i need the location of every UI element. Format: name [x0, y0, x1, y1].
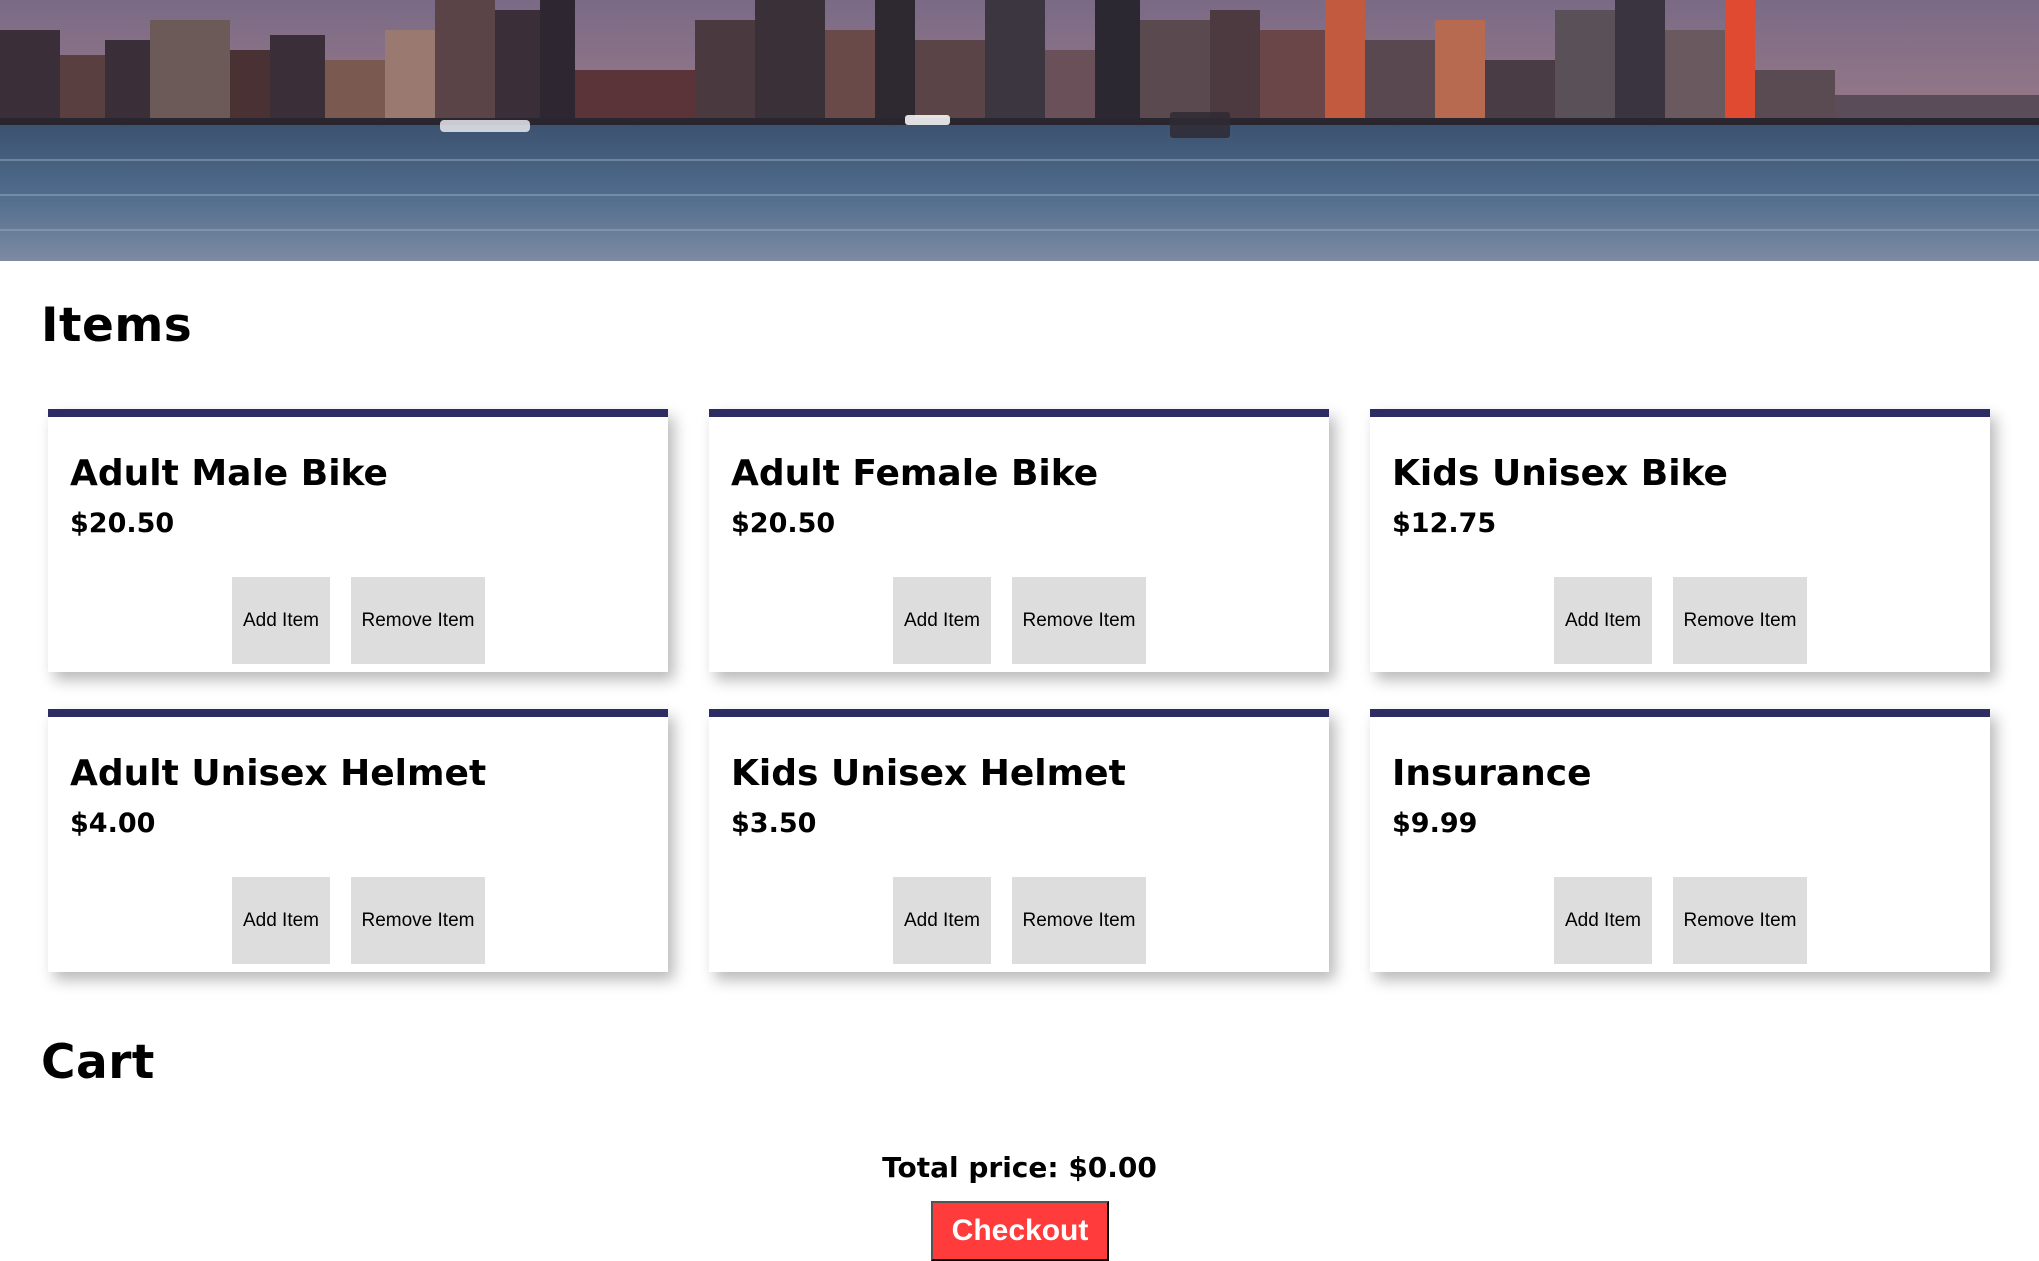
item-price: $4.00: [70, 808, 156, 839]
item-name: Insurance: [1392, 753, 1592, 794]
item-name: Kids Unisex Helmet: [731, 753, 1126, 794]
item-price: $20.50: [731, 508, 836, 539]
remove-item-button[interactable]: Remove Item: [351, 877, 485, 964]
remove-item-button[interactable]: Remove Item: [1673, 877, 1807, 964]
remove-item-button[interactable]: Remove Item: [1012, 877, 1146, 964]
checkout-button[interactable]: Checkout: [931, 1201, 1109, 1261]
items-heading: Items: [41, 298, 193, 353]
remove-item-button[interactable]: Remove Item: [351, 577, 485, 664]
city-skyline-illustration: [0, 0, 2039, 261]
hero-banner-image: [0, 0, 2039, 261]
item-card: Insurance $9.99 Add Item Remove Item: [1370, 709, 1990, 972]
item-card: Adult Female Bike $20.50 Add Item Remove…: [709, 409, 1329, 672]
item-card: Adult Male Bike $20.50 Add Item Remove I…: [48, 409, 668, 672]
item-price: $3.50: [731, 808, 817, 839]
item-name: Adult Female Bike: [731, 453, 1099, 494]
item-name: Adult Male Bike: [70, 453, 388, 494]
item-name: Kids Unisex Bike: [1392, 453, 1728, 494]
add-item-button[interactable]: Add Item: [893, 577, 991, 664]
item-card: Kids Unisex Helmet $3.50 Add Item Remove…: [709, 709, 1329, 972]
cart-heading: Cart: [41, 1035, 155, 1090]
item-price: $20.50: [70, 508, 175, 539]
item-card: Adult Unisex Helmet $4.00 Add Item Remov…: [48, 709, 668, 972]
add-item-button[interactable]: Add Item: [232, 577, 330, 664]
remove-item-button[interactable]: Remove Item: [1673, 577, 1807, 664]
cart-total-price: Total price: $0.00: [882, 1151, 1157, 1184]
item-card: Kids Unisex Bike $12.75 Add Item Remove …: [1370, 409, 1990, 672]
remove-item-button[interactable]: Remove Item: [1012, 577, 1146, 664]
add-item-button[interactable]: Add Item: [893, 877, 991, 964]
add-item-button[interactable]: Add Item: [1554, 577, 1652, 664]
item-name: Adult Unisex Helmet: [70, 753, 487, 794]
item-price: $12.75: [1392, 508, 1497, 539]
item-price: $9.99: [1392, 808, 1478, 839]
add-item-button[interactable]: Add Item: [232, 877, 330, 964]
add-item-button[interactable]: Add Item: [1554, 877, 1652, 964]
